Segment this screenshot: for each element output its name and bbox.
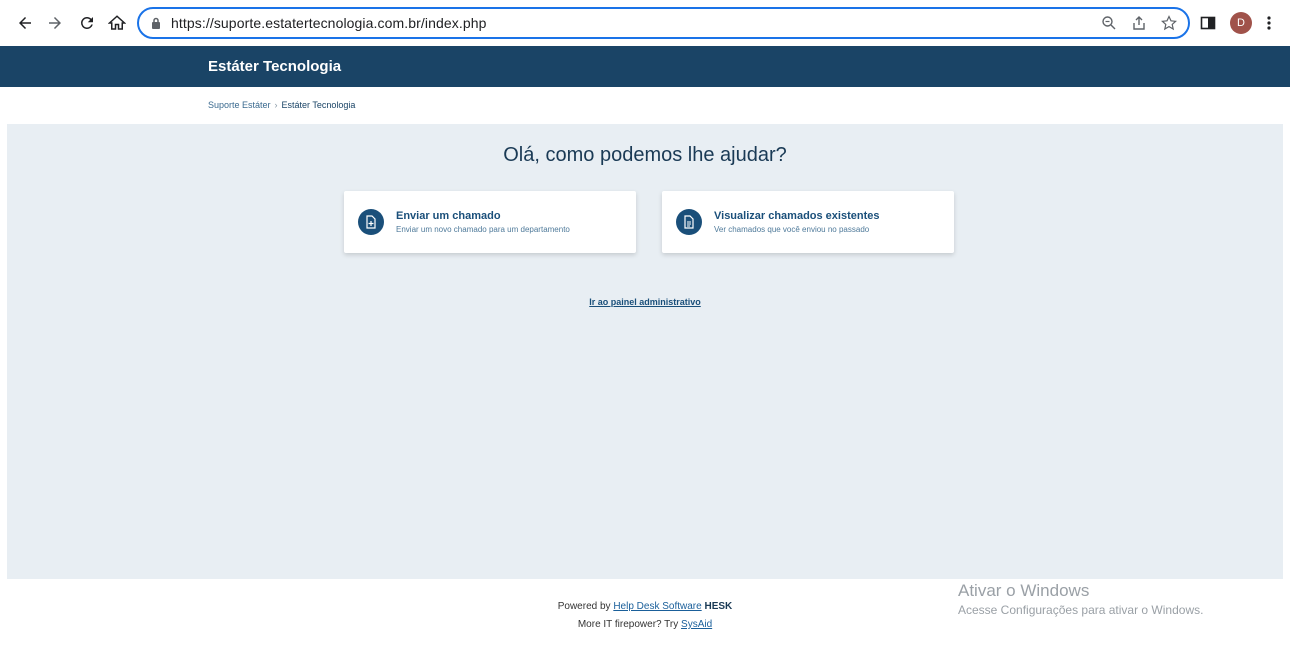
brand-title[interactable]: Estáter Tecnologia	[208, 58, 341, 75]
share-icon[interactable]	[1130, 14, 1148, 32]
powered-by-text: Powered by	[557, 601, 611, 612]
page-heading: Olá, como podemos lhe ajudar?	[503, 144, 787, 166]
home-icon[interactable]	[104, 10, 130, 36]
site-header: Estáter Tecnologia	[0, 46, 1290, 87]
breadcrumb: Suporte Estáter › Estáter Tecnologia	[208, 100, 355, 110]
profile-avatar[interactable]: D	[1230, 12, 1252, 34]
card-title: Enviar um chamado	[396, 210, 501, 222]
windows-activation-watermark: Ativar o Windows Acesse Configurações pa…	[958, 581, 1203, 617]
submit-ticket-card[interactable]: Enviar um chamado Enviar um novo chamado…	[344, 191, 636, 253]
card-description: Ver chamados que você enviou no passado	[714, 225, 870, 234]
reload-icon[interactable]	[74, 10, 100, 36]
forward-icon[interactable]	[42, 10, 68, 36]
watermark-subtitle: Acesse Configurações para ativar o Windo…	[958, 603, 1204, 617]
admin-panel-link[interactable]: Ir ao painel administrativo	[7, 297, 1283, 307]
breadcrumb-separator: ›	[274, 100, 278, 110]
watermark-title: Ativar o Windows	[958, 581, 1090, 600]
main-content: Olá, como podemos lhe ajudar? Enviar um …	[7, 124, 1283, 579]
lock-icon[interactable]	[151, 17, 161, 29]
browser-toolbar: https://suporte.estatertecnologia.com.br…	[0, 0, 1290, 46]
view-tickets-card[interactable]: Visualizar chamados existentes Ver chama…	[662, 191, 954, 253]
back-icon[interactable]	[12, 10, 38, 36]
side-panel-icon[interactable]	[1200, 15, 1216, 31]
address-bar[interactable]: https://suporte.estatertecnologia.com.br…	[137, 7, 1190, 39]
document-icon	[676, 209, 702, 235]
sysaid-link[interactable]: SysAid	[681, 619, 712, 630]
hesk-brand: HESK	[704, 601, 733, 612]
footer-line-2: More IT firepower? Try SysAid	[0, 616, 1290, 634]
url-text[interactable]: https://suporte.estatertecnologia.com.br…	[171, 15, 487, 31]
card-title: Visualizar chamados existentes	[714, 210, 880, 222]
add-document-icon	[358, 209, 384, 235]
card-description: Enviar um novo chamado para um departame…	[396, 225, 570, 234]
breadcrumb-bar: Suporte Estáter › Estáter Tecnologia	[0, 87, 1290, 124]
breadcrumb-item-current: Estáter Tecnologia	[281, 100, 356, 110]
zoom-icon[interactable]	[1100, 14, 1118, 32]
help-desk-link[interactable]: Help Desk Software	[613, 601, 701, 612]
breadcrumb-item-home[interactable]: Suporte Estáter	[208, 100, 271, 110]
menu-kebab-icon[interactable]	[1266, 15, 1272, 31]
bookmark-star-icon[interactable]	[1160, 14, 1178, 32]
firepower-text: More IT firepower? Try	[577, 619, 679, 630]
